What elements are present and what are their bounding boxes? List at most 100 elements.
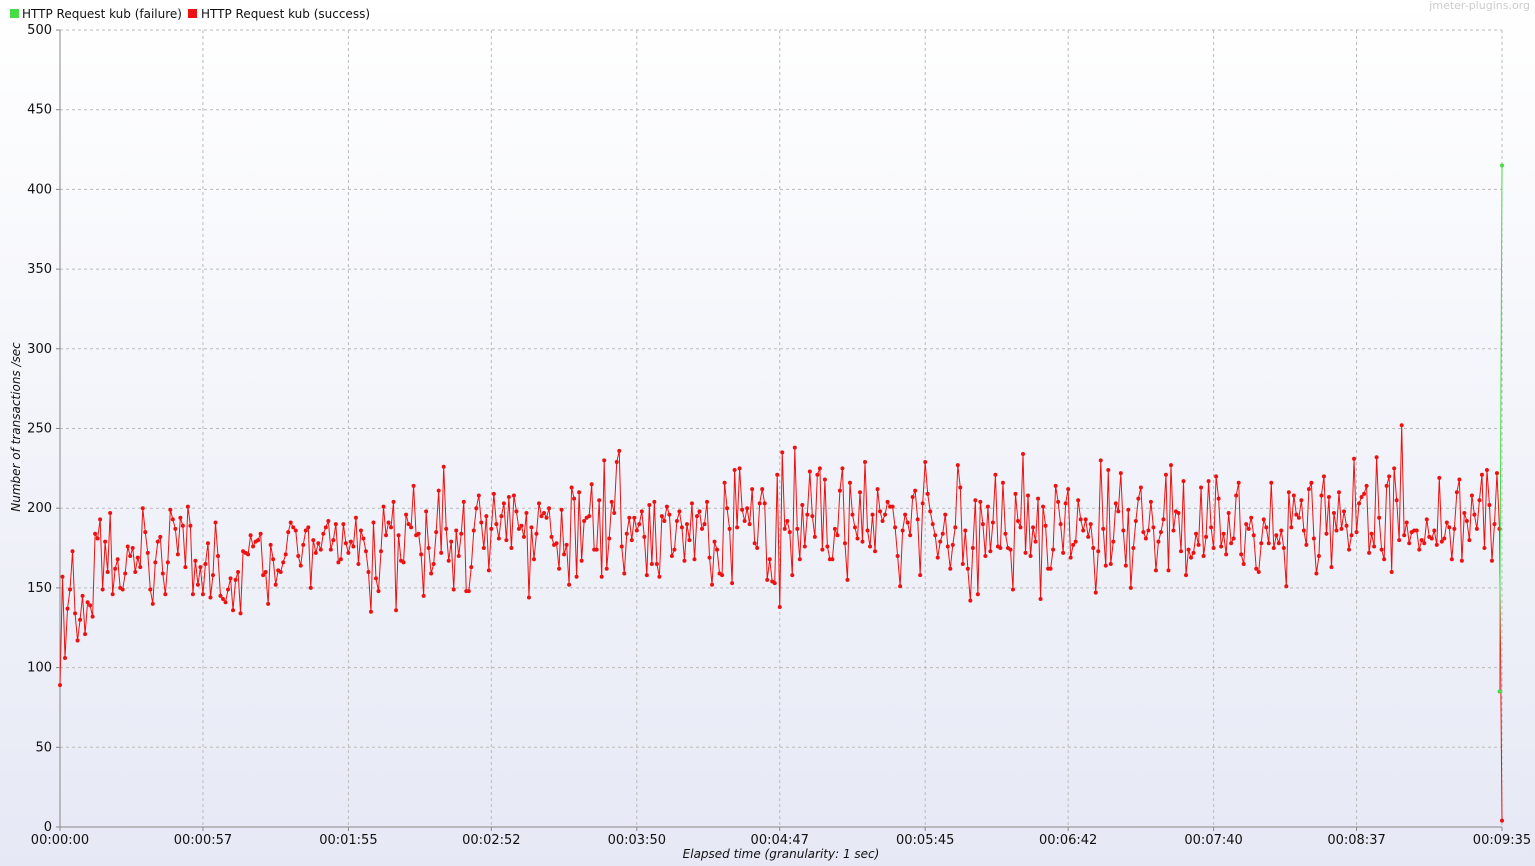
data-point xyxy=(715,547,720,552)
data-point xyxy=(990,520,995,525)
data-point xyxy=(1186,547,1191,552)
data-point xyxy=(569,485,574,490)
data-point xyxy=(298,563,303,568)
data-point xyxy=(599,574,604,579)
data-point xyxy=(627,515,632,520)
data-point xyxy=(1331,510,1336,515)
data-point xyxy=(529,525,534,530)
data-point xyxy=(1251,533,1256,538)
data-point xyxy=(1304,542,1309,547)
data-point xyxy=(1131,546,1136,551)
data-point xyxy=(1128,585,1133,590)
data-point xyxy=(1191,550,1196,555)
data-point xyxy=(444,526,449,531)
data-point xyxy=(935,555,940,560)
data-point xyxy=(649,561,654,566)
data-point xyxy=(1136,496,1141,501)
data-point xyxy=(980,522,985,527)
data-point xyxy=(406,522,411,527)
data-point xyxy=(1294,512,1299,517)
data-point xyxy=(1492,522,1497,527)
data-point xyxy=(1464,518,1469,523)
data-point xyxy=(1108,561,1113,566)
data-point xyxy=(1179,549,1183,554)
data-point xyxy=(238,611,243,616)
data-point xyxy=(612,510,617,515)
data-point xyxy=(223,600,228,605)
data-point xyxy=(878,509,883,514)
data-point xyxy=(1364,483,1369,488)
data-point xyxy=(75,638,80,643)
data-point xyxy=(1101,526,1106,531)
data-point xyxy=(1081,528,1086,533)
data-point xyxy=(110,592,115,597)
data-point xyxy=(514,509,519,514)
data-point xyxy=(873,549,878,554)
data-point xyxy=(624,531,629,536)
data-point xyxy=(1477,498,1482,503)
data-point xyxy=(108,510,113,515)
data-point xyxy=(842,541,847,546)
data-point xyxy=(1008,547,1013,552)
data-point xyxy=(880,518,885,523)
data-point xyxy=(449,539,454,544)
data-point xyxy=(1319,493,1324,498)
data-point xyxy=(178,515,183,520)
data-point xyxy=(1311,536,1316,541)
data-point xyxy=(1301,528,1306,533)
data-point xyxy=(725,506,730,511)
data-point xyxy=(544,515,549,520)
data-point xyxy=(451,587,456,592)
data-point xyxy=(1352,456,1357,461)
data-point xyxy=(1316,554,1321,559)
data-point xyxy=(221,597,226,602)
data-point xyxy=(416,531,421,536)
grid-layer xyxy=(56,29,1503,831)
data-point xyxy=(1344,523,1349,528)
data-point xyxy=(1118,471,1123,476)
data-point xyxy=(376,589,381,594)
data-point xyxy=(459,531,464,536)
data-point xyxy=(797,557,802,562)
data-point xyxy=(1189,555,1194,560)
data-point xyxy=(173,526,178,531)
data-point xyxy=(1003,531,1008,536)
data-point xyxy=(208,595,213,600)
data-point xyxy=(822,477,827,482)
data-point xyxy=(1241,561,1246,566)
data-point xyxy=(1261,517,1266,522)
data-point xyxy=(1221,531,1226,536)
data-point xyxy=(893,525,898,530)
data-point xyxy=(446,558,451,563)
x-tick-label: 00:00:57 xyxy=(174,833,232,848)
data-point xyxy=(153,560,158,565)
data-point xyxy=(328,547,333,552)
data-point xyxy=(747,522,752,527)
data-point xyxy=(88,603,93,608)
data-point xyxy=(293,528,298,533)
data-point xyxy=(120,587,125,592)
data-point xyxy=(755,546,760,551)
data-point xyxy=(386,520,391,525)
data-point xyxy=(389,525,394,530)
data-point xyxy=(669,554,674,559)
data-point xyxy=(1482,546,1487,551)
data-point xyxy=(1439,539,1444,544)
data-point xyxy=(356,561,361,566)
data-point xyxy=(471,528,476,533)
data-point xyxy=(228,576,233,581)
data-point xyxy=(682,558,687,563)
data-point xyxy=(662,518,667,523)
data-point xyxy=(73,611,78,616)
data-point xyxy=(1226,510,1231,515)
data-point xyxy=(1382,557,1387,562)
data-point xyxy=(198,565,203,570)
data-point xyxy=(654,561,659,566)
data-point xyxy=(506,495,511,500)
data-point xyxy=(1041,504,1046,509)
data-point xyxy=(1113,501,1118,506)
data-point xyxy=(1324,531,1329,536)
data-point xyxy=(702,522,707,527)
data-point xyxy=(185,504,190,509)
data-point xyxy=(361,536,366,541)
